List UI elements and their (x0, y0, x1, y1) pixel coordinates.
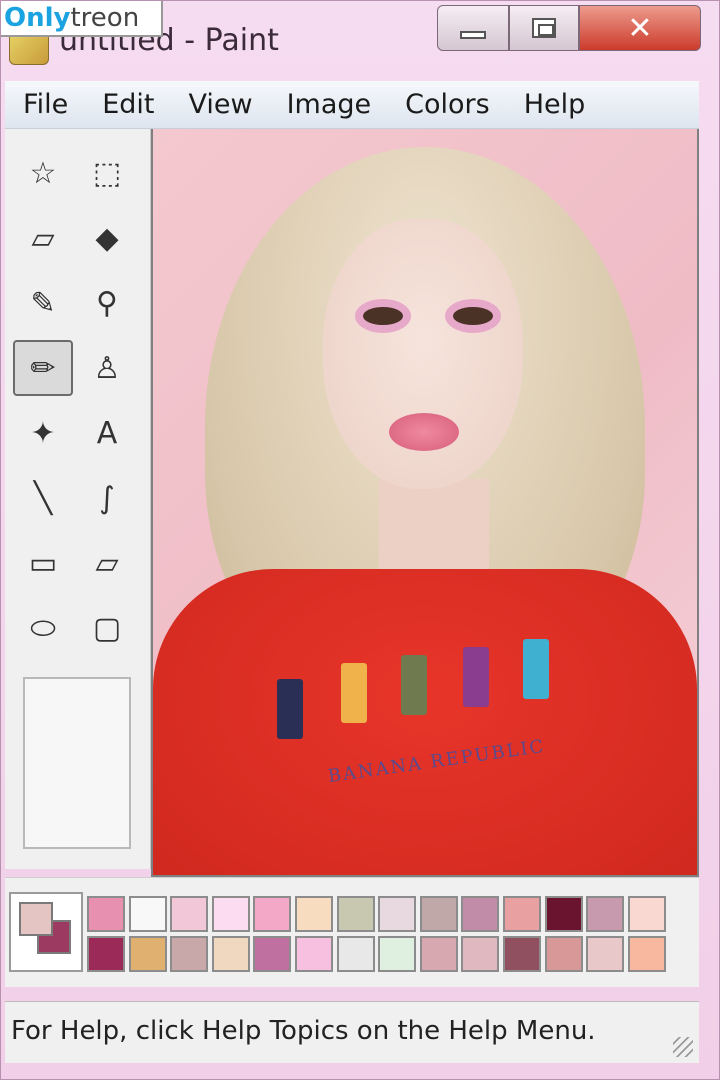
text-icon: A (96, 415, 118, 451)
maximize-button[interactable] (509, 5, 579, 51)
palette-swatch[interactable] (295, 896, 333, 932)
polygon-icon: ⏥ (95, 545, 119, 581)
canvas-photo[interactable]: BANANA REPUBLIC (153, 129, 697, 875)
canvas-area[interactable]: BANANA REPUBLIC (151, 129, 699, 877)
palette-swatch[interactable] (419, 936, 458, 972)
toolbox: ☆ ⬚ ▱ ◆ ✎ ⚲ ✏ ♙ ✦ A ╲ ∫ ▭ ⏥ ⬭ ▢ (5, 129, 151, 869)
tool-text[interactable]: A (77, 405, 137, 461)
maximize-icon (532, 18, 556, 38)
photo-eye-right (453, 307, 493, 325)
tool-color-picker[interactable]: ✎ (13, 275, 73, 331)
palette-swatch[interactable] (586, 936, 625, 972)
ellipse-icon: ⬭ (30, 610, 56, 646)
palette-swatch[interactable] (461, 896, 500, 932)
palette-swatch[interactable] (211, 896, 250, 932)
palette-swatch[interactable] (378, 896, 417, 932)
print-pant-3 (401, 655, 427, 715)
status-bar: For Help, click Help Topics on the Help … (5, 1001, 699, 1063)
curve-icon: ∫ (99, 480, 115, 516)
paint-window: untitled - Paint Onlytreon ✕ File Edit V… (0, 0, 720, 1080)
tool-rounded-rectangle[interactable]: ▢ (77, 600, 137, 656)
palette-swatch[interactable] (253, 936, 292, 972)
brush-icon: ♙ (93, 350, 121, 386)
tool-eraser[interactable]: ▱ (13, 210, 73, 266)
palette-swatch[interactable] (544, 896, 583, 932)
menu-file[interactable]: File (23, 89, 68, 120)
tool-options-box[interactable] (23, 677, 131, 849)
rounded-rectangle-icon: ▢ (92, 610, 122, 646)
palette-swatch[interactable] (461, 936, 500, 972)
photo-eye-left (363, 307, 403, 325)
palette-swatch[interactable] (170, 896, 209, 932)
foreground-color[interactable] (19, 902, 53, 936)
minimize-button[interactable] (437, 5, 509, 51)
select-icon: ⬚ (92, 155, 122, 191)
print-pant-1 (277, 679, 303, 739)
menu-colors[interactable]: Colors (405, 89, 490, 120)
shirt-print: BANANA REPUBLIC (277, 639, 567, 787)
tool-brush[interactable]: ♙ (77, 340, 137, 396)
minimize-icon (460, 31, 486, 39)
print-pant-4 (463, 647, 489, 707)
tool-ellipse[interactable]: ⬭ (13, 600, 73, 656)
pencil-icon: ✏ (30, 350, 56, 386)
palette-swatch[interactable] (419, 896, 458, 932)
window-controls: ✕ (437, 5, 701, 53)
palette-swatch[interactable] (503, 896, 541, 932)
color-picker-icon: ✎ (30, 285, 56, 321)
print-pant-5 (523, 639, 549, 699)
palette-swatch[interactable] (336, 896, 375, 932)
menu-bar: File Edit View Image Colors Help (5, 81, 699, 129)
palette-swatch[interactable] (128, 936, 167, 972)
palette-swatch[interactable] (87, 896, 125, 932)
watermark-part2: treon (70, 3, 140, 33)
airbrush-icon: ✦ (30, 415, 56, 451)
menu-image[interactable]: Image (287, 89, 372, 120)
close-icon: ✕ (627, 10, 653, 46)
resize-grip-icon[interactable] (673, 1037, 693, 1057)
palette-swatch[interactable] (87, 936, 125, 972)
tool-free-form-select[interactable]: ☆ (13, 145, 73, 201)
print-pant-2 (341, 663, 367, 723)
palette-swatch[interactable] (170, 936, 209, 972)
tool-airbrush[interactable]: ✦ (13, 405, 73, 461)
palette-swatch[interactable] (544, 936, 583, 972)
palette-swatch[interactable] (336, 936, 375, 972)
palette-swatch[interactable] (627, 936, 666, 972)
watermark-part1: Only (4, 3, 71, 33)
watermark: Onlytreon (1, 1, 163, 37)
menu-edit[interactable]: Edit (102, 89, 154, 120)
tool-polygon[interactable]: ⏥ (77, 535, 137, 591)
palette-swatch[interactable] (627, 896, 666, 932)
palette-swatch[interactable] (253, 896, 292, 932)
fill-bucket-icon: ◆ (95, 220, 119, 256)
palette-swatch[interactable] (586, 896, 625, 932)
palette-swatch[interactable] (378, 936, 417, 972)
menu-view[interactable]: View (188, 89, 252, 120)
menu-help[interactable]: Help (524, 89, 586, 120)
photo-lips (389, 413, 459, 451)
eraser-icon: ▱ (31, 220, 55, 256)
palette-swatch[interactable] (128, 896, 167, 932)
tool-select[interactable]: ⬚ (77, 145, 137, 201)
magnifier-icon: ⚲ (96, 285, 118, 321)
line-icon: ╲ (33, 480, 53, 516)
status-text: For Help, click Help Topics on the Help … (11, 1016, 596, 1046)
palette-swatch[interactable] (211, 936, 250, 972)
color-box (5, 877, 699, 987)
close-button[interactable]: ✕ (579, 5, 701, 51)
rectangle-icon: ▭ (28, 545, 58, 581)
tool-pencil[interactable]: ✏ (13, 340, 73, 396)
free-form-select-icon: ☆ (29, 155, 57, 191)
current-colors[interactable] (9, 892, 83, 972)
palette-swatch[interactable] (503, 936, 541, 972)
title-bar[interactable]: untitled - Paint Onlytreon ✕ (1, 1, 720, 79)
tool-line[interactable]: ╲ (13, 470, 73, 526)
palette-swatch[interactable] (295, 936, 333, 972)
tool-magnifier[interactable]: ⚲ (77, 275, 137, 331)
tool-fill-bucket[interactable]: ◆ (77, 210, 137, 266)
tool-curve[interactable]: ∫ (77, 470, 137, 526)
tool-rectangle[interactable]: ▭ (13, 535, 73, 591)
